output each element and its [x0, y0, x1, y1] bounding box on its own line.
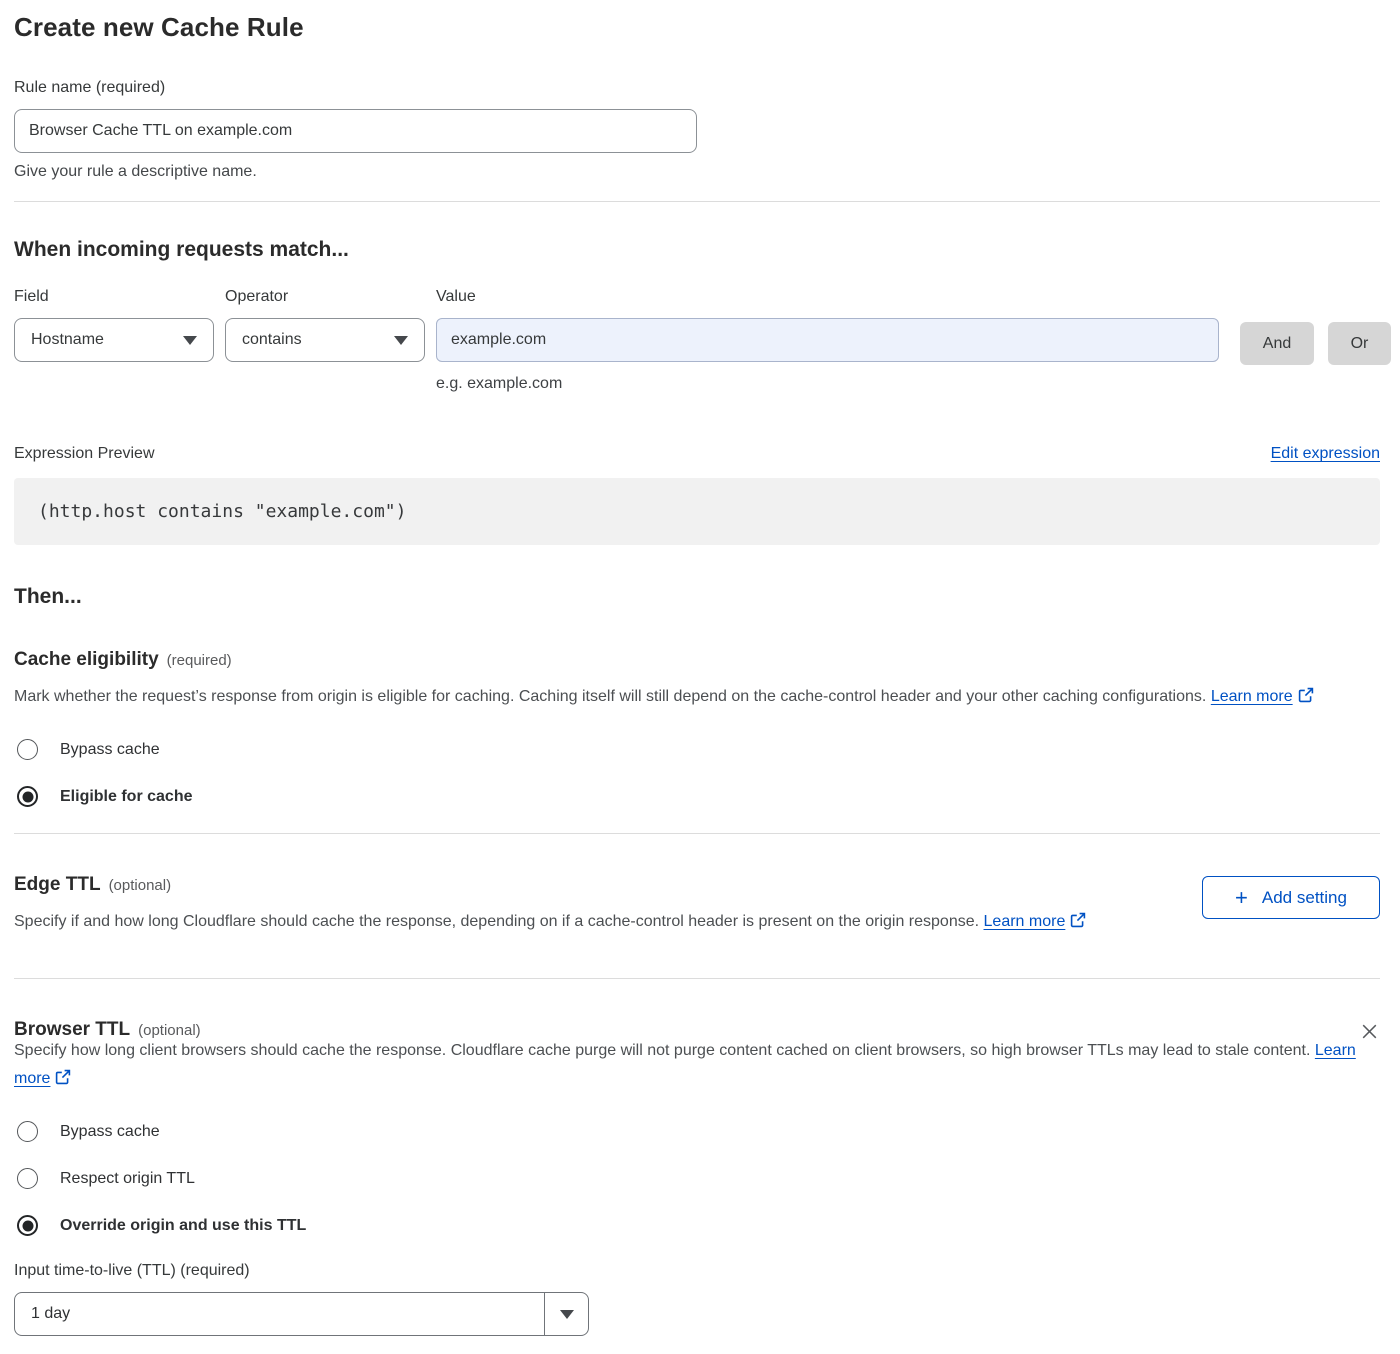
browser-ttl-description: Specify how long client browsers should … [14, 1037, 1359, 1093]
rule-name-input[interactable] [14, 109, 697, 153]
chevron-down-icon [394, 336, 408, 345]
radio-respect-origin-ttl[interactable]: Respect origin TTL [14, 1168, 1380, 1189]
radio-icon [17, 1168, 38, 1189]
condition-connector-buttons: And Or [1240, 288, 1391, 365]
cache-eligibility-title: Cache eligibility [14, 649, 159, 671]
section-divider [14, 201, 1380, 202]
operator-select[interactable]: contains [225, 318, 425, 362]
expression-code: (http.host contains "example.com") [38, 501, 406, 522]
edit-expression-link[interactable]: Edit expression [1271, 445, 1380, 463]
operator-select-value: contains [242, 331, 302, 349]
create-cache-rule-form: Create new Cache Rule Rule name (require… [0, 0, 1400, 1336]
match-condition-row: Field Hostname Operator contains Value e… [14, 288, 1380, 393]
radio-label: Eligible for cache [60, 788, 192, 806]
rule-name-block: Rule name (required) Give your rule a de… [14, 79, 1380, 181]
expression-preview-row: Expression Preview Edit expression [14, 445, 1380, 463]
cache-eligibility-options: Bypass cache Eligible for cache [14, 739, 1380, 807]
edge-ttl-title: Edge TTL [14, 874, 101, 896]
field-label: Field [14, 288, 214, 306]
edge-ttl-description-text: Specify if and how long Cloudflare shoul… [14, 913, 979, 930]
radio-label: Bypass cache [60, 741, 160, 759]
cache-eligibility-heading: Cache eligibility (required) [14, 649, 1380, 671]
radio-override-origin-ttl[interactable]: Override origin and use this TTL [14, 1215, 1380, 1236]
radio-icon [17, 786, 38, 807]
chevron-down-icon [183, 336, 197, 345]
expression-code-box: (http.host contains "example.com") [14, 478, 1380, 545]
cache-eligibility-learn-more-link[interactable]: Learn more [1211, 688, 1293, 705]
field-column: Field Hostname [14, 288, 214, 362]
add-setting-button[interactable]: + Add setting [1202, 876, 1380, 919]
plus-icon: + [1235, 887, 1248, 909]
radio-eligible-for-cache[interactable]: Eligible for cache [14, 786, 1380, 807]
edge-ttl-content: Edge TTL (optional) Specify if and how l… [14, 834, 1086, 936]
edge-ttl-section: Edge TTL (optional) Specify if and how l… [14, 834, 1380, 936]
close-icon[interactable] [1359, 1021, 1380, 1045]
value-input[interactable] [436, 318, 1219, 362]
operator-label: Operator [225, 288, 425, 306]
radio-bypass-cache[interactable]: Bypass cache [14, 739, 1380, 760]
ttl-select-arrow-section[interactable] [544, 1293, 588, 1335]
cache-eligibility-description-text: Mark whether the request’s response from… [14, 688, 1206, 705]
value-label: Value [436, 288, 1219, 306]
page-title: Create new Cache Rule [14, 12, 1380, 43]
browser-ttl-options: Bypass cache Respect origin TTL Override… [14, 1121, 1380, 1236]
then-heading: Then... [14, 585, 1380, 609]
or-button[interactable]: Or [1328, 322, 1391, 365]
ttl-select[interactable]: 1 day [14, 1292, 589, 1336]
radio-icon [17, 739, 38, 760]
radio-label: Override origin and use this TTL [60, 1217, 306, 1235]
radio-label: Respect origin TTL [60, 1170, 195, 1188]
radio-bypass-cache[interactable]: Bypass cache [14, 1121, 1380, 1142]
expression-preview-label: Expression Preview [14, 445, 155, 463]
cache-eligibility-description: Mark whether the request’s response from… [14, 683, 1359, 711]
value-hint: e.g. example.com [436, 375, 1219, 393]
radio-label: Bypass cache [60, 1123, 160, 1141]
rule-name-help: Give your rule a descriptive name. [14, 163, 1380, 181]
browser-ttl-section-head: Browser TTL (optional) [14, 979, 1380, 1045]
radio-icon [17, 1215, 38, 1236]
field-select[interactable]: Hostname [14, 318, 214, 362]
edge-ttl-learn-more-link[interactable]: Learn more [984, 913, 1066, 930]
ttl-select-value: 1 day [15, 1293, 544, 1335]
match-heading: When incoming requests match... [14, 238, 1380, 262]
browser-ttl-description-text: Specify how long client browsers should … [14, 1042, 1310, 1059]
value-column: Value e.g. example.com [436, 288, 1219, 393]
operator-column: Operator contains [225, 288, 425, 362]
field-select-value: Hostname [31, 331, 104, 349]
browser-ttl-optional-tag: (optional) [138, 1022, 201, 1039]
rule-name-label: Rule name (required) [14, 79, 1380, 97]
external-link-icon [55, 1069, 71, 1085]
radio-icon [17, 1121, 38, 1142]
edge-ttl-description: Specify if and how long Cloudflare shoul… [14, 908, 1086, 936]
external-link-icon [1298, 687, 1314, 703]
cache-eligibility-required-tag: (required) [167, 652, 232, 669]
add-setting-label: Add setting [1262, 888, 1347, 908]
and-button[interactable]: And [1240, 322, 1314, 365]
edge-ttl-optional-tag: (optional) [109, 877, 172, 894]
edge-ttl-heading: Edge TTL (optional) [14, 874, 1086, 896]
ttl-input-label: Input time-to-live (TTL) (required) [14, 1262, 1380, 1280]
external-link-icon [1070, 912, 1086, 928]
chevron-down-icon [560, 1310, 574, 1319]
